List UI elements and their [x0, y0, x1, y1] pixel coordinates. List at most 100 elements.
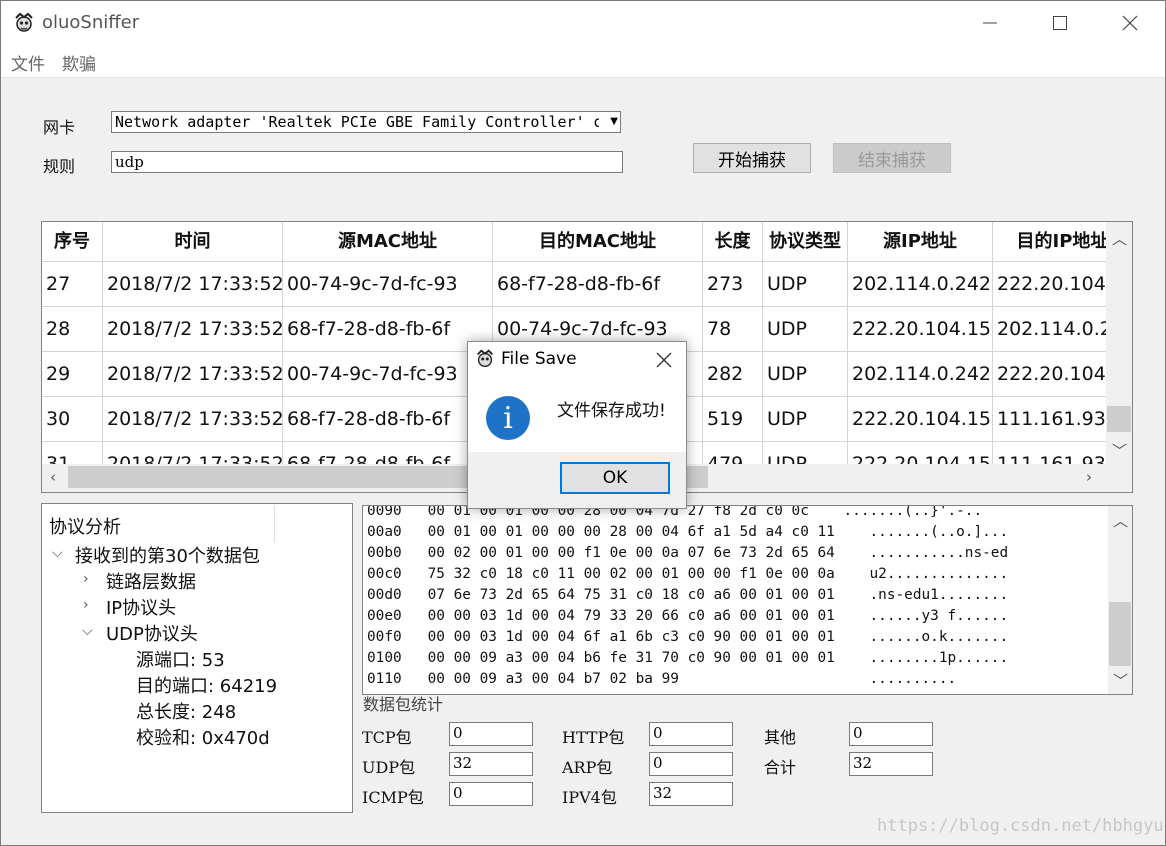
scrollbar-corner — [1106, 464, 1132, 492]
nic-select-value: Network adapter 'Realtek PCIe GBE Family… — [115, 113, 599, 131]
hex-line: 00f0 00 00 03 1d 00 04 6f a1 6b c3 c0 90… — [367, 629, 1009, 645]
cell-seq: 28 — [42, 307, 103, 352]
cell-time: 2018/7/2 17:33:52 — [103, 397, 283, 442]
col-header-src-ip[interactable]: 源IP地址 — [848, 222, 993, 262]
scroll-down-icon[interactable]: ﹀ — [1112, 440, 1127, 461]
hex-line: 0100 00 00 09 a3 00 04 b6 fe 31 70 c0 90… — [367, 650, 1009, 666]
cell-length: 282 — [703, 352, 763, 397]
menu-spoof[interactable]: 欺骗 — [62, 50, 96, 75]
cell-length: 519 — [703, 397, 763, 442]
dialog-close-button[interactable] — [656, 346, 672, 374]
tree-leaf-total-length[interactable]: 总长度: 248 — [136, 698, 236, 724]
total-count-field[interactable]: 32 — [849, 752, 933, 776]
tcp-count-field[interactable]: 0 — [449, 722, 533, 746]
hex-vertical-scrollbar[interactable]: ︿ ﹀ — [1108, 506, 1132, 694]
nic-select[interactable]: Network adapter 'Realtek PCIe GBE Family… — [111, 111, 621, 133]
tree-leaf-checksum[interactable]: 校验和: 0x470d — [136, 724, 270, 750]
cell-length: 479 — [703, 442, 763, 464]
menu-bar: 文件 欺骗 — [1, 45, 1165, 78]
tree-node-link-layer[interactable]: 链路层数据 — [106, 568, 196, 594]
dropdown-arrow-icon: ▼ — [610, 116, 618, 127]
cell-protocol: UDP — [763, 262, 848, 307]
cell-dst-ip: 222.20.104.1 — [993, 352, 1106, 397]
cell-src-ip: 202.114.0.242 — [848, 352, 993, 397]
title-bar: oluoSniffer — [1, 1, 1165, 45]
udp-count-field[interactable]: 32 — [449, 752, 533, 776]
window-title: oluoSniffer — [42, 12, 140, 33]
maximize-icon — [1053, 16, 1067, 30]
icmp-label: ICMP包 — [362, 788, 424, 807]
watermark: https://blog.csdn.net/hbhgyu — [877, 816, 1164, 836]
hex-dump-view[interactable]: 0090 00 01 00 01 00 00 28 00 04 7d 27 f8… — [362, 505, 1133, 695]
tree-header-divider — [274, 506, 275, 542]
table-vertical-scrollbar[interactable]: ︿ ﹀ — [1106, 222, 1132, 464]
col-header-length[interactable]: 长度 — [703, 222, 763, 262]
cell-src-ip: 202.114.0.242 — [848, 262, 993, 307]
menu-file[interactable]: 文件 — [11, 50, 45, 75]
scroll-up-icon[interactable]: ︿ — [1113, 510, 1128, 531]
start-capture-button[interactable]: 开始捕获 — [693, 143, 811, 173]
arp-count-field[interactable]: 0 — [649, 752, 733, 776]
cell-src-mac: 68-f7-28-d8-fb-6f — [283, 397, 493, 442]
col-header-dst-mac[interactable]: 目的MAC地址 — [493, 222, 703, 262]
icmp-count-field[interactable]: 0 — [449, 782, 533, 806]
hex-line: 00e0 00 00 03 1d 00 04 79 33 20 66 c0 a6… — [367, 608, 1009, 624]
chevron-down-icon[interactable]: ⌵ — [52, 545, 63, 561]
close-icon — [1122, 15, 1138, 31]
chevron-right-icon[interactable]: › — [83, 571, 89, 587]
scroll-thumb[interactable] — [1109, 602, 1131, 666]
cell-dst-ip: 222.20.104.1 — [993, 262, 1106, 307]
cell-src-mac: 00-74-9c-7d-fc-93 — [283, 262, 493, 307]
chevron-right-icon[interactable]: › — [83, 597, 89, 613]
scroll-right-icon[interactable]: › — [1086, 468, 1092, 486]
col-header-dst-ip[interactable]: 目的IP地址 — [993, 222, 1106, 262]
cell-time: 2018/7/2 17:33:52 — [103, 442, 283, 464]
cell-seq: 29 — [42, 352, 103, 397]
cell-protocol: UDP — [763, 442, 848, 464]
http-label: HTTP包 — [562, 728, 625, 747]
ipv4-count-field[interactable]: 32 — [649, 782, 733, 806]
rule-label: 规则 — [43, 157, 76, 176]
col-header-time[interactable]: 时间 — [103, 222, 283, 262]
protocol-tree[interactable]: 协议分析 ⌵ 接收到的第30个数据包 › 链路层数据 › IP协议头 ⌵ UDP… — [41, 503, 353, 813]
tree-node-ip-header[interactable]: IP协议头 — [106, 594, 176, 620]
scroll-thumb[interactable] — [1107, 406, 1131, 432]
ipv4-label: IPV4包 — [562, 788, 617, 807]
tree-leaf-src-port[interactable]: 源端口: 53 — [136, 646, 225, 672]
scroll-down-icon[interactable]: ﹀ — [1113, 670, 1128, 691]
cell-dst-mac: 68-f7-28-d8-fb-6f — [493, 262, 703, 307]
cell-time: 2018/7/2 17:33:52 — [103, 307, 283, 352]
close-button[interactable] — [1095, 1, 1165, 45]
http-count-field[interactable]: 0 — [649, 722, 733, 746]
cell-time: 2018/7/2 17:33:52 — [103, 352, 283, 397]
tree-header: 协议分析 — [49, 517, 121, 538]
tree-node-udp-header[interactable]: UDP协议头 — [106, 620, 198, 646]
minimize-icon — [983, 22, 997, 24]
cell-seq: 31 — [42, 442, 103, 464]
tree-root-node[interactable]: 接收到的第30个数据包 — [75, 542, 260, 568]
tcp-label: TCP包 — [362, 728, 412, 747]
rule-input[interactable]: udp — [111, 151, 623, 173]
cell-src-ip: 222.20.104.155 — [848, 442, 993, 464]
maximize-button[interactable] — [1025, 1, 1095, 45]
other-label: 其他 — [764, 728, 797, 747]
hex-line: 00d0 07 6e 73 2d 65 64 75 31 c0 18 c0 a6… — [367, 587, 1009, 603]
minimize-button[interactable] — [955, 1, 1025, 45]
scroll-left-icon[interactable]: ‹ — [50, 468, 56, 486]
dialog-footer: OK — [468, 452, 686, 508]
col-header-src-mac[interactable]: 源MAC地址 — [283, 222, 493, 262]
other-count-field[interactable]: 0 — [849, 722, 933, 746]
ok-button[interactable]: OK — [560, 462, 670, 494]
file-save-dialog: File Save i 文件保存成功! OK — [467, 341, 687, 509]
cell-src-mac: 68-f7-28-d8-fb-6f — [283, 442, 493, 464]
tree-leaf-dst-port[interactable]: 目的端口: 64219 — [136, 672, 277, 698]
cell-seq: 27 — [42, 262, 103, 307]
col-header-seq[interactable]: 序号 — [42, 222, 103, 262]
cell-src-ip: 222.20.104.155 — [848, 307, 993, 352]
col-header-protocol[interactable]: 协议类型 — [763, 222, 848, 262]
dialog-message: 文件保存成功! — [557, 401, 666, 421]
nic-label: 网卡 — [43, 118, 76, 137]
scroll-up-icon[interactable]: ︿ — [1112, 228, 1127, 249]
chevron-down-icon[interactable]: ⌵ — [82, 623, 93, 639]
stop-capture-button[interactable]: 结束捕获 — [833, 143, 951, 173]
